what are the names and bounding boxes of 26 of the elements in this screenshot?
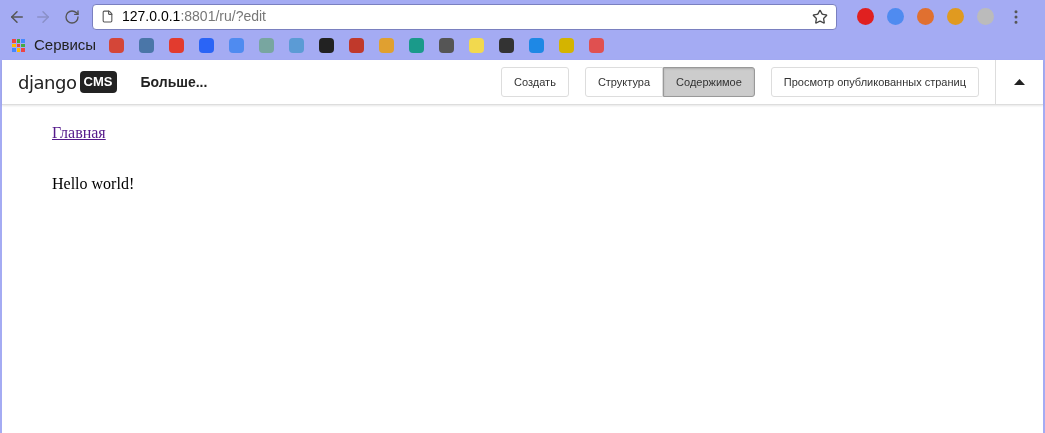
more-menu[interactable]: Больше... bbox=[140, 71, 208, 93]
bookmark-link[interactable]: Сервисы bbox=[34, 34, 97, 57]
address-bar[interactable]: 127.0.0.1:8801/ru/?edit bbox=[92, 3, 837, 30]
logo-word: django bbox=[18, 70, 77, 95]
star-icon[interactable] bbox=[812, 8, 828, 25]
reload-icon[interactable] bbox=[64, 8, 80, 25]
apps-icon[interactable] bbox=[12, 39, 25, 52]
home-link[interactable]: Главная bbox=[52, 124, 106, 141]
logo-badge: CMS bbox=[79, 71, 117, 93]
mode-button[interactable]: Содержимое bbox=[663, 67, 755, 97]
extension-icon[interactable] bbox=[857, 8, 874, 25]
extension-icon[interactable] bbox=[977, 8, 994, 25]
extension-icon[interactable] bbox=[917, 8, 934, 25]
collapse-icon[interactable] bbox=[1014, 79, 1025, 85]
page-icon bbox=[101, 10, 114, 23]
bookmark-icon[interactable] bbox=[439, 38, 455, 53]
bookmark-icon[interactable] bbox=[499, 38, 515, 53]
mode-button[interactable]: Структура bbox=[584, 67, 664, 97]
extension-icon[interactable] bbox=[887, 8, 904, 25]
create-button[interactable]: Создать bbox=[501, 67, 569, 97]
url-text: 127.0.0.1:8801/ru/?edit bbox=[122, 7, 267, 26]
page-text: Hello world! bbox=[52, 174, 136, 194]
view-published-button[interactable]: Просмотр опубликованных страниц bbox=[770, 67, 979, 97]
django-cms-logo[interactable]: django CMS bbox=[18, 68, 117, 96]
extension-icon[interactable] bbox=[947, 8, 964, 25]
bookmark-icon[interactable] bbox=[319, 38, 335, 53]
